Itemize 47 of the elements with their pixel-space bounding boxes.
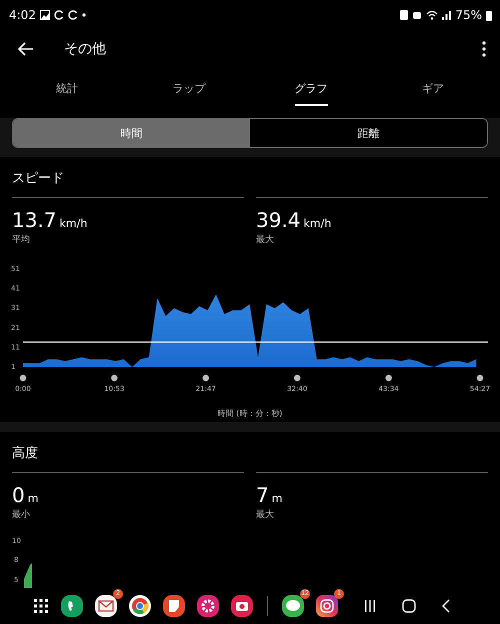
stat-label: 平均 — [12, 234, 31, 246]
screen-title: その他 — [64, 40, 107, 58]
tab[interactable]: ギア — [372, 68, 494, 108]
axis-marker — [294, 374, 300, 382]
section-title: 高度 — [11, 445, 39, 463]
axis-title: 時間 (時：分：秒) — [218, 409, 282, 418]
app-drawer-icon[interactable] — [33, 598, 49, 614]
status-time: 4:02 — [9, 8, 36, 22]
stat-unit: m — [28, 492, 38, 505]
sync-icon — [68, 10, 78, 20]
axis-marker — [385, 374, 392, 382]
more-options-button[interactable] — [480, 39, 488, 59]
gallery-icon — [40, 10, 50, 20]
stat-value: 39.4 — [256, 208, 301, 232]
axis-marker — [202, 374, 209, 382]
axis-marker — [111, 374, 118, 382]
stat-unit: m — [272, 492, 282, 505]
camera-app-icon[interactable] — [231, 595, 253, 617]
stat-label: 最大 — [256, 508, 275, 521]
tab[interactable]: 統計 — [6, 68, 128, 108]
flower-app-icon[interactable] — [197, 595, 219, 617]
back-button[interactable] — [16, 40, 36, 58]
back-nav-button[interactable] — [442, 599, 450, 613]
home-button[interactable] — [402, 599, 416, 613]
signal-icon — [442, 10, 452, 20]
battery-percent: 75% — [455, 8, 482, 22]
tab[interactable]: ラップ — [128, 68, 250, 108]
phone-app-icon[interactable] — [61, 595, 83, 617]
wifi-icon — [426, 10, 438, 20]
axis-marker — [20, 374, 26, 382]
stat-unit: km/h — [60, 217, 88, 230]
axis-marker — [476, 374, 484, 382]
stat-value: 0 — [12, 483, 25, 507]
notes-app-icon[interactable] — [163, 595, 185, 617]
dot-icon — [82, 13, 86, 17]
stat-label: 最小 — [12, 508, 31, 521]
segment-button[interactable]: 時間 — [13, 119, 250, 147]
tab[interactable]: グラフ — [250, 68, 372, 108]
stat-label: 最大 — [256, 234, 275, 246]
stat-value: 13.7 — [12, 208, 57, 232]
stat-unit: km/h — [304, 217, 332, 230]
stat-value: 7 — [256, 483, 269, 507]
sync-icon — [54, 10, 64, 20]
browser-app-icon[interactable] — [129, 595, 151, 617]
section-title: スピード — [11, 170, 65, 188]
recent-apps-button[interactable] — [364, 600, 376, 612]
battery-icon — [486, 10, 492, 20]
